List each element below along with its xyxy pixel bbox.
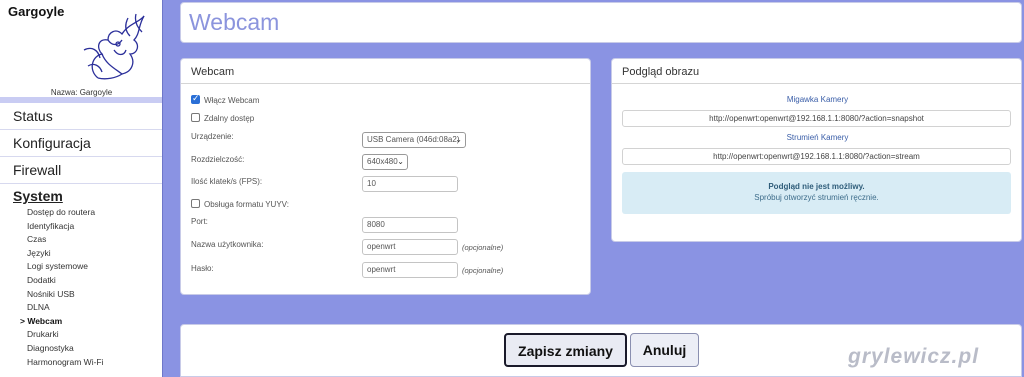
chevron-down-icon: ⌄: [397, 157, 404, 166]
preview-panel: Podgląd obrazu Migawka Kamery http://ope…: [611, 58, 1022, 242]
preview-panel-heading: Podgląd obrazu: [612, 59, 1021, 84]
device-select[interactable]: USB Camera (046d:08a2) ⌄: [362, 132, 466, 148]
enable-webcam-label: Włącz Webcam: [204, 96, 260, 105]
stream-url-box[interactable]: http://openwrt:openwrt@192.168.1.1:8080/…: [622, 148, 1011, 165]
nav-sub-logi-systemowe[interactable]: Logi systemowe: [0, 260, 162, 274]
resolution-select[interactable]: 640x480 ⌄: [362, 154, 408, 170]
password-label: Hasło:: [191, 264, 214, 273]
username-input[interactable]: openwrt: [362, 239, 458, 255]
stream-label: Strumień Kamery: [786, 133, 849, 142]
save-button[interactable]: Zapisz zmiany: [504, 333, 627, 367]
yuyv-label: Obsługa formatu YUYV:: [204, 200, 289, 209]
fps-label: Ilość klatek/s (FPS):: [191, 177, 263, 186]
webcam-settings-panel: Webcam Włącz Webcam Zdalny dostęp Urządz…: [180, 58, 591, 295]
port-input[interactable]: 8080: [362, 217, 458, 233]
enable-webcam-checkbox[interactable]: [191, 93, 200, 105]
remote-access-checkbox[interactable]: [191, 113, 200, 123]
port-label: Port:: [191, 217, 208, 226]
sidebar: Gargoyle Nazwa: Gargoyle Status Konfigur…: [0, 0, 163, 377]
nav-sub-drukarki[interactable]: Drukarki: [0, 328, 162, 342]
password-input[interactable]: openwrt: [362, 262, 458, 278]
nav-sub-czas[interactable]: Czas: [0, 233, 162, 247]
nav-status[interactable]: Status: [0, 103, 162, 130]
preview-info-subtitle: Spróbuj otworzyć strumień ręcznie.: [754, 193, 879, 202]
preview-info-alert: Podgląd nie jest możliwy. Spróbuj otworz…: [622, 172, 1011, 214]
device-select-value: USB Camera (046d:08a2): [367, 135, 460, 144]
nav-konfiguracja[interactable]: Konfiguracja: [0, 130, 162, 157]
nav-sub-diagnostyka[interactable]: Diagnostyka: [0, 342, 162, 356]
page-title: Webcam: [189, 9, 280, 35]
app-title: Gargoyle: [8, 4, 65, 19]
resolution-select-value: 640x480: [367, 157, 398, 166]
remote-access-row[interactable]: Zdalny dostęp: [191, 113, 255, 123]
brand-header: Gargoyle Nazwa: Gargoyle: [0, 0, 162, 103]
nav-sub-jezyki[interactable]: Języki: [0, 247, 162, 261]
snapshot-label: Migawka Kamery: [786, 95, 849, 104]
username-hint: (opcjonalne): [462, 243, 504, 252]
nav-sub-nosniki-usb[interactable]: Nośniki USB: [0, 288, 162, 302]
nav-firewall[interactable]: Firewall: [0, 157, 162, 184]
yuyv-checkbox[interactable]: [191, 199, 200, 209]
device-label: Urządzenie:: [191, 132, 234, 141]
nav-sub-dlna[interactable]: DLNA: [0, 301, 162, 315]
nav-system[interactable]: System: [0, 184, 162, 206]
nav-sub-webcam[interactable]: > Webcam: [0, 315, 162, 329]
cancel-button[interactable]: Anuluj: [630, 333, 699, 367]
chevron-down-icon: ⌄: [455, 135, 462, 144]
nav-sub-harmonogram-wifi[interactable]: Harmonogram Wi-Fi: [0, 356, 162, 370]
preview-info-title: Podgląd nie jest możliwy.: [768, 182, 865, 191]
device-name: Nazwa: Gargoyle: [50, 88, 113, 97]
gargoyle-logo: [83, 13, 145, 80]
resolution-label: Rozdzielczość:: [191, 155, 245, 164]
fps-input[interactable]: 10: [362, 176, 458, 192]
nav-sub-identyfikacja[interactable]: Identyfikacja: [0, 220, 162, 234]
snapshot-url-box[interactable]: http://openwrt:openwrt@192.168.1.1:8080/…: [622, 110, 1011, 127]
remote-access-label: Zdalny dostęp: [204, 114, 255, 123]
watermark-text: grylewicz.pl: [848, 345, 980, 368]
username-label: Nazwa użytkownika:: [191, 240, 264, 249]
password-hint: (opcjonalne): [462, 266, 504, 275]
enable-webcam-row[interactable]: Włącz Webcam: [191, 93, 260, 105]
yuyv-row[interactable]: Obsługa formatu YUYV:: [191, 199, 289, 209]
page-title-box: Webcam: [180, 2, 1022, 43]
webcam-panel-heading: Webcam: [181, 59, 590, 84]
nav-sub-dodatki[interactable]: Dodatki: [0, 274, 162, 288]
nav-sub-dostep-do-routera[interactable]: Dostęp do routera: [0, 206, 162, 220]
